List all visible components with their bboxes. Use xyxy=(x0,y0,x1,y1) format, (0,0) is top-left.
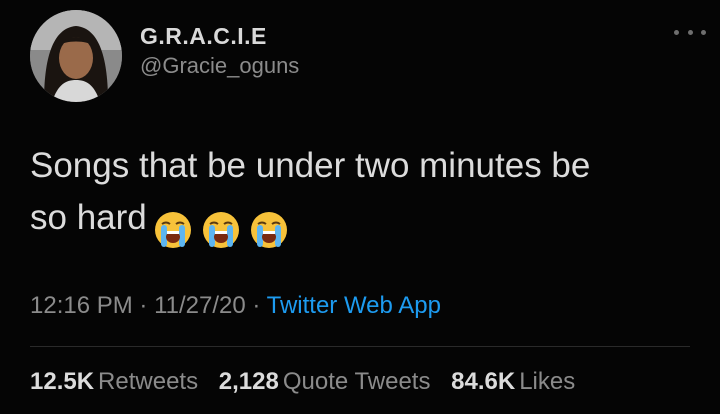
loudly-crying-face-icon xyxy=(154,211,191,248)
retweets-stat[interactable]: 12.5K Retweets xyxy=(30,366,198,398)
avatar-image xyxy=(30,10,122,102)
tweet-author[interactable]: G.R.A.C.I.E @Gracie_oguns xyxy=(140,22,299,80)
likes-label: Likes xyxy=(519,368,576,395)
ellipsis-icon[interactable] xyxy=(674,24,706,40)
quote-tweets-count: 2,128 xyxy=(218,368,279,395)
retweets-label: Retweets xyxy=(98,368,199,395)
loudly-crying-face-icon xyxy=(250,211,287,248)
meta-separator: · xyxy=(245,292,267,319)
quote-tweets-stat[interactable]: 2,128 Quote Tweets xyxy=(219,366,431,398)
retweets-count: 12.5K xyxy=(30,368,95,395)
display-name[interactable]: G.R.A.C.I.E xyxy=(140,22,299,50)
likes-count: 84.6K xyxy=(451,368,516,395)
tweet-text-line1: Songs that be under two minutes be xyxy=(30,146,591,185)
tweet-source-link[interactable]: Twitter Web App xyxy=(267,292,441,319)
ellipsis-dot xyxy=(701,29,706,35)
quote-tweets-label: Quote Tweets xyxy=(282,368,431,395)
tweet-date[interactable]: 11/27/20 xyxy=(154,292,246,319)
tweet-card: G.R.A.C.I.E @Gracie_oguns Songs that be … xyxy=(0,0,720,414)
tweet-text: Songs that be under two minutes be so ha… xyxy=(30,140,690,254)
likes-stat[interactable]: 84.6K Likes xyxy=(451,366,575,398)
tweet-text-line2: so hard xyxy=(30,198,147,237)
ellipsis-dot xyxy=(674,29,679,35)
avatar[interactable] xyxy=(30,10,122,102)
emoji-group xyxy=(153,202,297,254)
tweet-time[interactable]: 12:16 PM xyxy=(30,292,133,319)
user-handle[interactable]: @Gracie_oguns xyxy=(140,52,299,80)
ellipsis-dot xyxy=(687,29,693,35)
tweet-header: G.R.A.C.I.E @Gracie_oguns xyxy=(30,8,710,104)
tweet-stats: 12.5K Retweets 2,128 Quote Tweets 84.6K Lik… xyxy=(30,366,589,398)
divider xyxy=(30,346,690,347)
tweet-metadata: 12:16 PM · 11/27/20 · Twitter Web App xyxy=(30,290,441,322)
meta-separator: · xyxy=(132,292,155,319)
loudly-crying-face-icon xyxy=(202,211,239,248)
